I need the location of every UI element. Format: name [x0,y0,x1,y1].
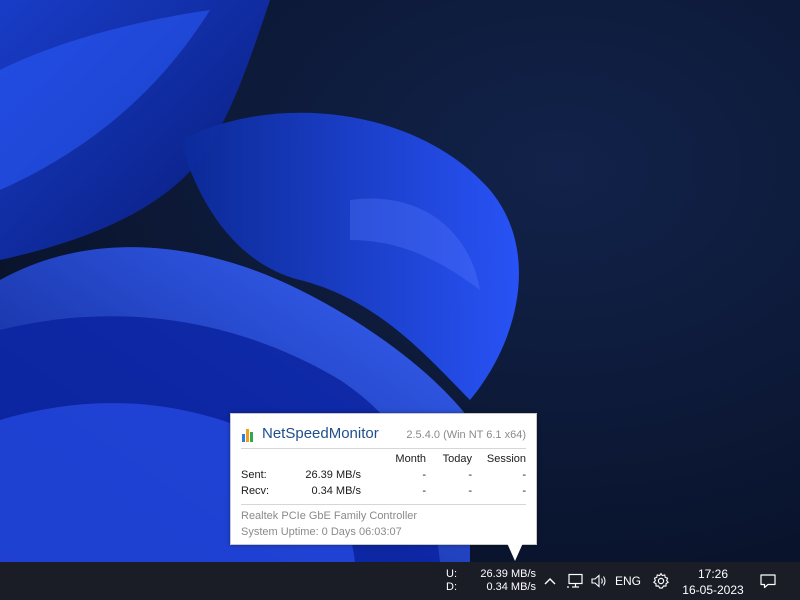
network-icon[interactable] [565,571,585,591]
download-speed: 0.34 MB/s [486,581,536,593]
popup-title-row: NetSpeedMonitor 2.5.4.0 (Win NT 6.1 x64) [241,424,526,446]
upload-label: U: [446,568,457,580]
gear-icon[interactable] [651,571,671,591]
upload-speed: 26.39 MB/s [480,568,536,580]
stats-table: Month Today Session Sent: 26.39 MB/s - -… [241,451,526,499]
taskbar-clock[interactable]: 17:26 16-05-2023 [678,566,748,598]
clock-time: 17:26 [697,567,729,581]
recv-month: - [422,485,426,497]
sent-rate: 26.39 MB/s [305,469,361,481]
divider [241,448,526,449]
system-uptime: System Uptime: 0 Days 06:03:07 [241,526,402,538]
stats-row-sent: Sent: 26.39 MB/s - - - [241,467,526,483]
recv-rate: 0.34 MB/s [311,485,361,497]
clock-date: 16-05-2023 [682,583,744,597]
recv-today: - [468,485,472,497]
divider [241,504,526,505]
language-indicator[interactable]: ENG [615,574,641,588]
adapter-name: Realtek PCIe GbE Family Controller [241,510,418,522]
speaker-icon[interactable] [589,571,609,591]
tooltip-pointer [507,543,523,561]
download-label: D: [446,581,457,593]
column-header-today: Today [442,453,472,465]
netspeed-labels: U: D: [446,568,457,594]
sent-session: - [522,469,526,481]
app-name: NetSpeedMonitor [262,425,379,442]
taskbar: U: D: 26.39 MB/s 0.34 MB/s ENG 17:26 16-… [0,562,800,600]
netspeedmonitor-tooltip: NetSpeedMonitor 2.5.4.0 (Win NT 6.1 x64)… [230,413,537,545]
stats-row-recv: Recv: 0.34 MB/s - - - [241,483,526,499]
stats-header-row: Month Today Session [241,451,526,467]
chevron-up-icon[interactable] [542,571,558,591]
adapter-info: Realtek PCIe GbE Family Controller Syste… [241,508,417,540]
row-label: Sent: [241,469,267,481]
column-header-month: Month [395,453,426,465]
sent-today: - [468,469,472,481]
bar-chart-icon [242,428,256,442]
column-header-session: Session [486,453,526,465]
netspeed-toolbar[interactable]: 26.39 MB/s 0.34 MB/s [470,568,536,594]
app-version: 2.5.4.0 (Win NT 6.1 x64) [406,429,526,441]
row-label: Recv: [241,485,270,497]
notification-icon[interactable] [758,571,778,591]
recv-session: - [522,485,526,497]
sent-month: - [422,469,426,481]
